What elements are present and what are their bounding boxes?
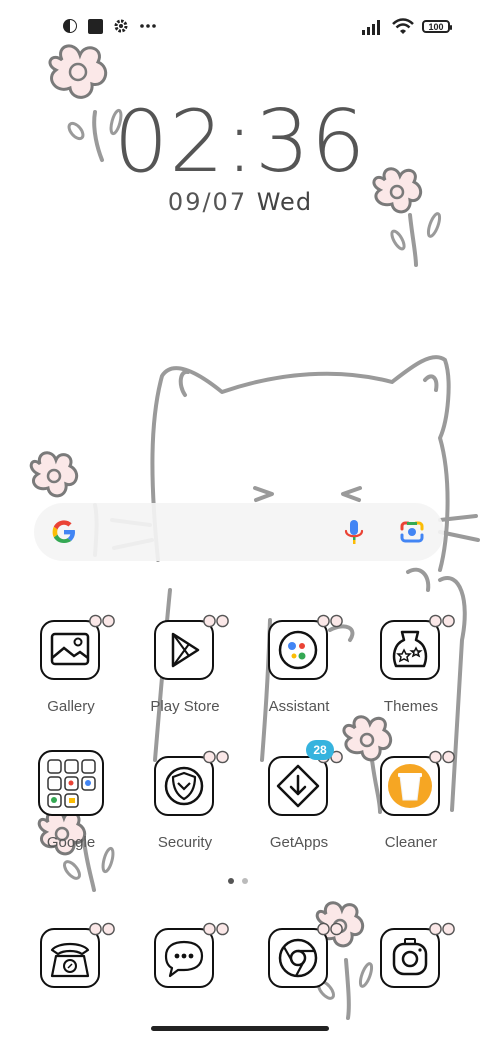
more-icon (140, 24, 156, 28)
weekday-text: Wed (256, 188, 313, 216)
app-getapps[interactable]: GetApps (244, 750, 354, 866)
flower-decoration-icon (89, 922, 115, 936)
app-label: Gallery (47, 698, 95, 715)
signal-icon (362, 19, 380, 35)
flower-decoration-icon (429, 922, 455, 936)
notification-badge: 28 (306, 740, 334, 760)
battery-icon: 100 (422, 20, 452, 33)
app-assistant[interactable]: Assistant (244, 614, 354, 730)
page-dot-active (228, 878, 234, 884)
dock-chrome[interactable] (244, 922, 354, 1038)
google-folder-icon (38, 750, 104, 816)
app-label: Cleaner (384, 834, 438, 851)
flower-decoration-icon (317, 614, 343, 628)
home-gesture-bar[interactable] (151, 1026, 329, 1031)
flower-decoration-icon (429, 614, 455, 628)
wifi-icon (392, 18, 414, 34)
app-label: GetApps (269, 834, 329, 851)
app-play-store[interactable]: Play Store (130, 614, 240, 730)
page-dot (242, 878, 248, 884)
app-label: Google (46, 834, 96, 851)
lens-camera-icon[interactable] (398, 519, 426, 545)
app-themes[interactable]: Themes (356, 614, 466, 730)
app-cleaner[interactable]: Cleaner (356, 750, 466, 866)
dock-camera[interactable] (356, 922, 466, 1038)
dock-phone[interactable] (16, 922, 126, 1038)
app-google-folder[interactable]: Google (16, 750, 126, 866)
stop-square-icon (88, 18, 103, 34)
app-label: Play Store (150, 698, 220, 715)
google-search-bar[interactable] (34, 503, 444, 561)
app-security[interactable]: Security (130, 750, 240, 866)
circle-half-icon (63, 19, 77, 33)
dock-messages[interactable] (130, 922, 240, 1038)
clock-time[interactable]: 02:36 (0, 92, 480, 192)
gear-icon (114, 19, 128, 33)
date-text: 09/07 (167, 188, 248, 216)
flower-decoration-icon (203, 750, 229, 764)
page-indicator[interactable] (228, 878, 248, 884)
microphone-icon[interactable] (340, 518, 368, 548)
flower-decoration-icon (203, 614, 229, 628)
flower-decoration-icon (317, 922, 343, 936)
app-gallery[interactable]: Gallery (16, 614, 126, 730)
clock-date[interactable]: 09/07 Wed (0, 188, 480, 216)
flower-decoration-icon (203, 922, 229, 936)
app-label: Themes (383, 698, 439, 715)
status-bar: 100 (0, 0, 480, 56)
flower-decoration-icon (89, 614, 115, 628)
flower-decoration-icon (429, 750, 455, 764)
google-logo-icon[interactable] (50, 518, 78, 546)
app-label: Security (157, 834, 213, 851)
app-label: Assistant (268, 698, 330, 715)
